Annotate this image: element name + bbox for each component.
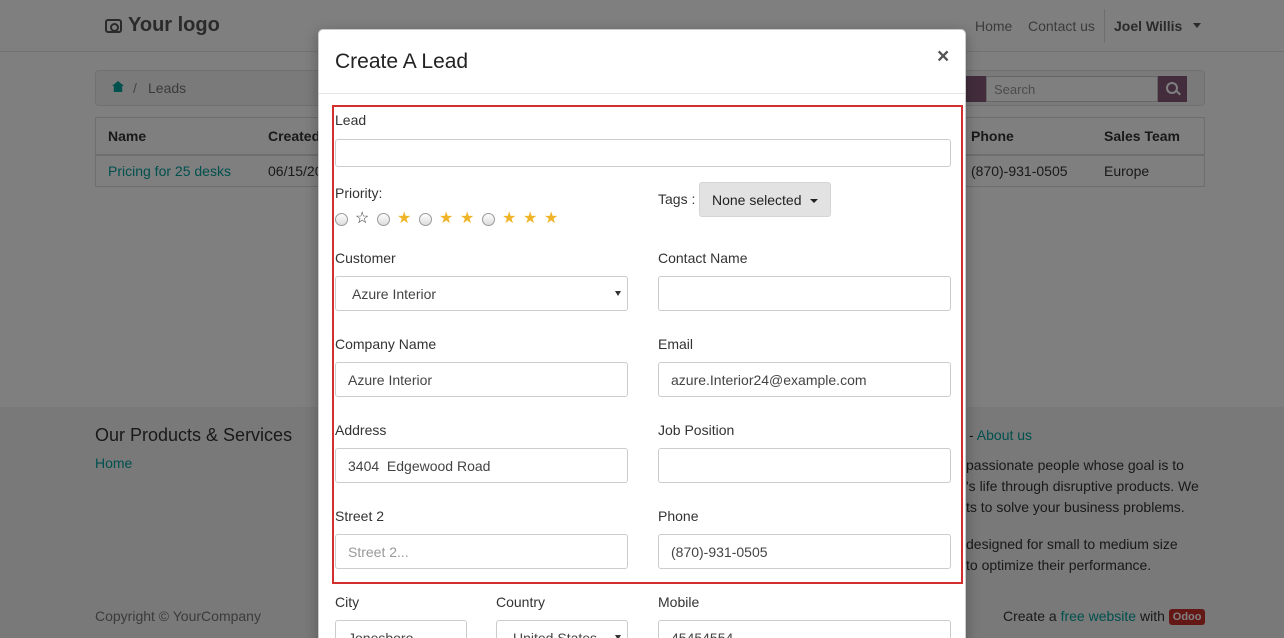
- lead-label: Lead: [335, 112, 367, 128]
- star-icon: ★: [439, 210, 454, 227]
- modal-title: Create A Lead: [335, 50, 469, 73]
- job-position-label: Job Position: [658, 422, 735, 438]
- email-label: Email: [658, 336, 694, 352]
- city-input[interactable]: [335, 620, 467, 638]
- star-icon: ★: [523, 210, 538, 227]
- priority-radio-2[interactable]: [419, 213, 432, 226]
- star-icon: ★: [460, 210, 475, 227]
- caret-down-icon: [615, 291, 621, 296]
- country-select-value: United States: [513, 630, 598, 638]
- email-input[interactable]: [658, 362, 951, 397]
- priority-radio-0[interactable]: [335, 213, 348, 226]
- street2-input[interactable]: [335, 534, 628, 569]
- customer-select[interactable]: Azure Interior: [335, 276, 628, 311]
- priority-radio-1[interactable]: [377, 213, 390, 226]
- phone-input[interactable]: [658, 534, 951, 569]
- contact-name-label: Contact Name: [658, 250, 748, 266]
- modal-header-divider: [319, 93, 965, 94]
- phone-label: Phone: [658, 508, 699, 524]
- customer-select-value: Azure Interior: [352, 286, 437, 302]
- mobile-input[interactable]: [658, 620, 951, 638]
- city-label: City: [335, 594, 360, 610]
- priority-radio-3[interactable]: [482, 213, 495, 226]
- star-icon: ★: [397, 210, 412, 227]
- star-outline-icon: ☆: [355, 210, 370, 227]
- tags-label: Tags :: [658, 191, 696, 207]
- company-name-input[interactable]: [335, 362, 628, 397]
- mobile-label: Mobile: [658, 594, 700, 610]
- star-icon: ★: [502, 210, 517, 227]
- address-label: Address: [335, 422, 387, 438]
- create-lead-modal: Create A Lead × Lead Priority: ☆ ★ ★ ★ ★…: [318, 29, 966, 638]
- caret-down-icon: [810, 199, 818, 203]
- job-position-input[interactable]: [658, 448, 951, 483]
- company-name-label: Company Name: [335, 336, 437, 352]
- lead-input[interactable]: [335, 139, 951, 167]
- priority-rating: ☆ ★ ★ ★ ★ ★ ★: [335, 210, 565, 230]
- address-input[interactable]: [335, 448, 628, 483]
- star-icon: ★: [544, 210, 559, 227]
- close-icon[interactable]: ×: [937, 46, 949, 67]
- country-label: Country: [496, 594, 546, 610]
- tags-dropdown[interactable]: None selected: [699, 182, 831, 217]
- contact-name-input[interactable]: [658, 276, 951, 311]
- tags-dropdown-value: None selected: [712, 192, 802, 208]
- customer-label: Customer: [335, 250, 396, 266]
- country-select[interactable]: United States: [496, 620, 628, 638]
- street2-label: Street 2: [335, 508, 385, 524]
- priority-label: Priority:: [335, 185, 383, 201]
